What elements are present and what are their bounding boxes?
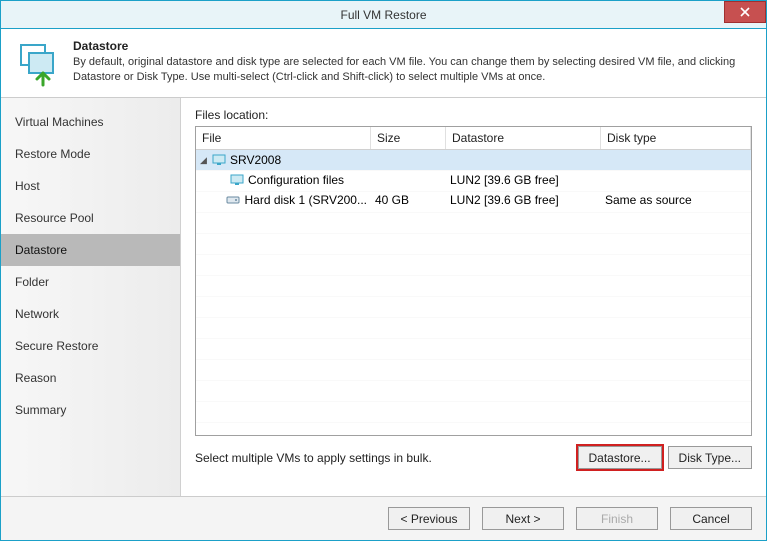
datastore-button[interactable]: Datastore... (578, 446, 662, 469)
cancel-button[interactable]: Cancel (670, 507, 752, 530)
sidebar-item-host[interactable]: Host (1, 170, 180, 202)
file-name: Configuration files (248, 173, 344, 187)
sidebar-item-secure-restore[interactable]: Secure Restore (1, 330, 180, 362)
sidebar-item-virtual-machines[interactable]: Virtual Machines (1, 106, 180, 138)
table-body[interactable]: ◢ SRV2008 Configuration files LUN2 [39.6 GB… (196, 150, 751, 435)
previous-button[interactable]: < Previous (388, 507, 470, 530)
cell-datastore: LUN2 [39.6 GB free] (446, 193, 601, 207)
close-button[interactable] (724, 1, 766, 23)
sidebar-item-folder[interactable]: Folder (1, 266, 180, 298)
wizard-steps-sidebar: Virtual MachinesRestore ModeHostResource… (1, 98, 181, 496)
sidebar-item-resource-pool[interactable]: Resource Pool (1, 202, 180, 234)
column-header-file[interactable]: File (196, 127, 371, 149)
files-location-label: Files location: (195, 108, 752, 122)
window-title: Full VM Restore (340, 8, 426, 22)
sidebar-item-restore-mode[interactable]: Restore Mode (1, 138, 180, 170)
table-row[interactable]: Hard disk 1 (SRV200... 40 GBLUN2 [39.6 GB… (196, 190, 751, 210)
vm-icon (212, 153, 226, 167)
table-header: File Size Datastore Disk type (196, 127, 751, 150)
cell-size: 40 GB (371, 193, 446, 207)
table-row[interactable]: Configuration files LUN2 [39.6 GB free] (196, 170, 751, 190)
column-header-datastore[interactable]: Datastore (446, 127, 601, 149)
sidebar-item-reason[interactable]: Reason (1, 362, 180, 394)
titlebar: Full VM Restore (1, 1, 766, 29)
page-description: By default, original datastore and disk … (73, 55, 752, 85)
finish-button: Finish (576, 507, 658, 530)
sidebar-item-network[interactable]: Network (1, 298, 180, 330)
file-name: SRV2008 (230, 153, 281, 167)
column-header-size[interactable]: Size (371, 127, 446, 149)
cell-disk-type: Same as source (601, 193, 751, 207)
files-location-table: File Size Datastore Disk type ◢ SRV2008 Co… (195, 126, 752, 436)
sidebar-item-summary[interactable]: Summary (1, 394, 180, 426)
cell-datastore: LUN2 [39.6 GB free] (446, 173, 601, 187)
page-title: Datastore (73, 39, 752, 53)
header: Datastore By default, original datastore… (1, 29, 766, 98)
main-panel: Files location: File Size Datastore Disk… (181, 98, 766, 496)
datastore-restore-icon (15, 39, 63, 87)
disk-type-button[interactable]: Disk Type... (668, 446, 752, 469)
disk-icon (226, 193, 240, 207)
file-name: Hard disk 1 (SRV200... (244, 193, 367, 207)
next-button[interactable]: Next > (482, 507, 564, 530)
config-icon (230, 173, 244, 187)
tree-toggle-icon[interactable]: ◢ (200, 155, 210, 166)
bulk-hint: Select multiple VMs to apply settings in… (195, 451, 572, 465)
sidebar-item-datastore[interactable]: Datastore (1, 234, 180, 266)
close-icon (740, 7, 750, 17)
table-row[interactable]: ◢ SRV2008 (196, 150, 751, 170)
column-header-disk-type[interactable]: Disk type (601, 127, 751, 149)
wizard-footer: < Previous Next > Finish Cancel (1, 496, 766, 540)
wizard-window: Full VM Restore Datastore By default, or… (0, 0, 767, 541)
